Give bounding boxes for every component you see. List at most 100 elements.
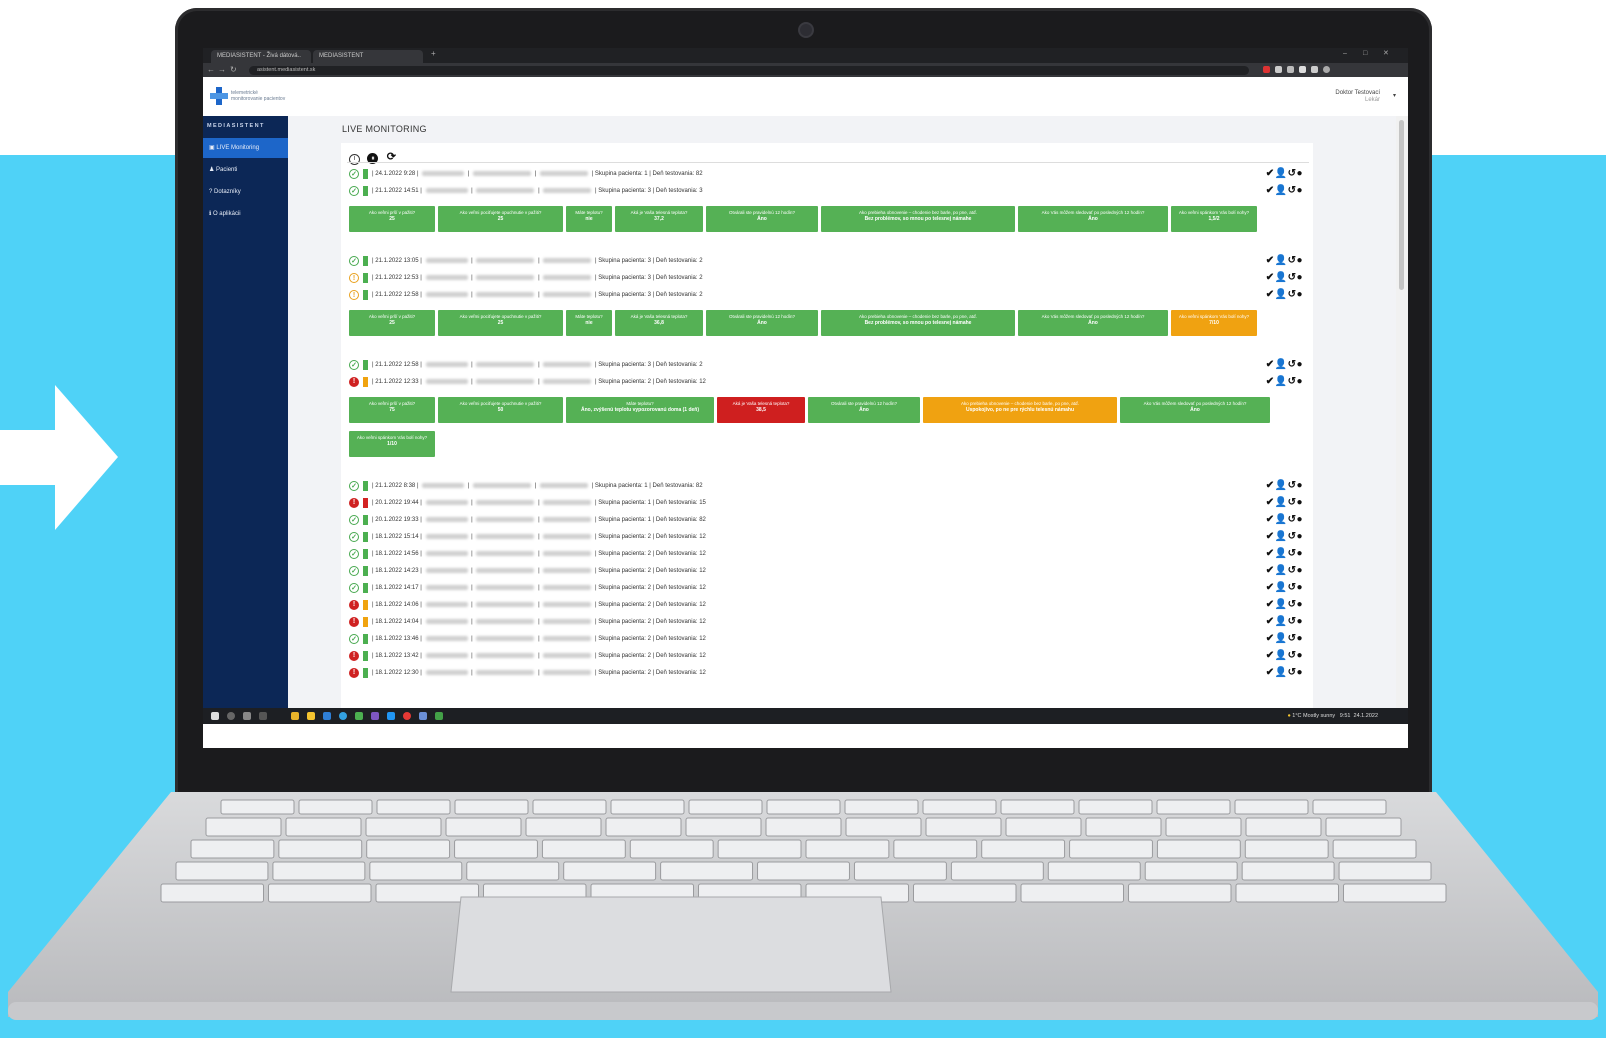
profile-avatar[interactable]	[1323, 66, 1330, 73]
chevron-down-icon[interactable]: ▾	[1393, 92, 1396, 99]
extension-icon[interactable]	[1287, 66, 1294, 73]
patient-record-row[interactable]: ! | 18.1.2022 14:06 | | | | Skupina pacie…	[349, 598, 1311, 612]
patient-record-row[interactable]: ! | 20.1.2022 19:44 | | | | Skupina pacie…	[349, 496, 1311, 510]
address-bar[interactable]: asistent.mediasistent.sk	[249, 66, 1249, 75]
widgets-icon[interactable]	[259, 712, 267, 720]
questionnaire-answer-tile[interactable]: Aká je Vaša telesná teplota? 37,2	[615, 206, 703, 232]
row-action-icons[interactable]: ✔👤↺●	[1266, 649, 1303, 663]
sidebar-item-dotazniky[interactable]: ? Dotazníky	[203, 182, 288, 202]
questionnaire-answer-tile[interactable]: Ako prebieha obnovenie – chodenie bez ba…	[821, 206, 1015, 232]
row-action-icons[interactable]: ✔👤↺●	[1266, 632, 1303, 646]
row-action-icons[interactable]: ✔👤↺●	[1266, 564, 1303, 578]
questionnaire-answer-tile[interactable]: Máte teplotu? nie	[566, 310, 612, 336]
questionnaire-answer-tile[interactable]: Ako veľmi prší v pažiti? 75	[349, 397, 435, 423]
clock-date[interactable]: 24.1.2022	[1354, 713, 1378, 719]
browser-tab[interactable]: MEDIASISTENT	[313, 50, 423, 63]
patient-record-row[interactable]: ✓ | 18.1.2022 14:23 | | | | Skupina pacie…	[349, 564, 1311, 578]
questionnaire-answer-tile[interactable]: Ako prebieha obnovenie – chodenie bez ba…	[821, 310, 1015, 336]
extension-icon[interactable]	[1263, 66, 1270, 73]
questionnaire-answer-tile[interactable]: Otvárali ste pravidelnú 12 hodín? Áno	[808, 397, 920, 423]
questionnaire-answer-tile[interactable]: Ako veľmi prší v pažiti? 25	[349, 310, 435, 336]
row-action-icons[interactable]: ✔👤↺●	[1266, 496, 1303, 510]
patient-record-row[interactable]: ✓ | 21.1.2022 13:05 | | | | Skupina pacie…	[349, 254, 1311, 268]
questionnaire-answer-tile[interactable]: Máte teplotu? nie	[566, 206, 612, 232]
sidebar-item-live-monitoring[interactable]: ▣ LIVE Monitoring	[203, 138, 288, 158]
row-action-icons[interactable]: ✔👤↺●	[1266, 666, 1303, 680]
user-menu[interactable]: Doktor Testovací Lekár	[1335, 90, 1380, 104]
start-icon[interactable]	[211, 712, 219, 720]
info-icon[interactable]: i	[349, 154, 360, 165]
patient-record-row[interactable]: ✓ | 18.1.2022 14:17 | | | | Skupina pacie…	[349, 581, 1311, 595]
extension-icon[interactable]	[1275, 66, 1282, 73]
clock-time[interactable]: 9:51	[1340, 713, 1351, 719]
row-action-icons[interactable]: ✔👤↺●	[1266, 167, 1303, 181]
file-explorer-icon[interactable]	[291, 712, 299, 720]
row-action-icons[interactable]: ✔👤↺●	[1266, 530, 1303, 544]
row-action-icons[interactable]: ✔👤↺●	[1266, 581, 1303, 595]
extension-icon[interactable]	[1311, 66, 1318, 73]
patient-record-row[interactable]: ✓ | 18.1.2022 14:56 | | | | Skupina pacie…	[349, 547, 1311, 561]
weather-text[interactable]: 1°C Mostly sunny	[1292, 713, 1335, 719]
patient-record-row[interactable]: ✓ | 21.1.2022 12:58 | | | | Skupina pacie…	[349, 358, 1311, 372]
questionnaire-answer-tile[interactable]: Aká je Vaša telesná teplota? 36,8	[615, 310, 703, 336]
scrollbar-thumb[interactable]	[1399, 120, 1404, 290]
sidebar-item-pacienti[interactable]: ♟ Pacienti	[203, 160, 288, 180]
reload-icon[interactable]: ↻	[230, 65, 237, 75]
row-action-icons[interactable]: ✔👤↺●	[1266, 358, 1303, 372]
browser-tab[interactable]: MEDIASISTENT - Živá dátová..	[211, 50, 311, 63]
patient-record-row[interactable]: ! | 18.1.2022 14:04 | | | | Skupina pacie…	[349, 615, 1311, 629]
chrome-icon[interactable]	[403, 712, 411, 720]
excel-icon[interactable]	[435, 712, 443, 720]
row-action-icons[interactable]: ✔👤↺●	[1266, 271, 1303, 285]
scrollbar[interactable]	[1396, 116, 1408, 708]
questionnaire-answer-tile[interactable]: Ako veľmi spánkom Vás bolí nohy? 7/10	[1171, 310, 1257, 336]
patient-record-row[interactable]: ✓ | 18.1.2022 15:14 | | | | Skupina pacie…	[349, 530, 1311, 544]
app-icon[interactable]	[355, 712, 363, 720]
questionnaire-answer-tile[interactable]: Otvárali ste pravidelnú 12 hodín? Áno	[706, 310, 818, 336]
patient-record-row[interactable]: ! | 21.1.2022 12:58 | | | | Skupina pacie…	[349, 288, 1311, 302]
new-tab-icon[interactable]: +	[431, 49, 436, 59]
row-action-icons[interactable]: ✔👤↺●	[1266, 184, 1303, 198]
row-action-icons[interactable]: ✔👤↺●	[1266, 254, 1303, 268]
store-icon[interactable]	[323, 712, 331, 720]
forward-icon[interactable]: →	[218, 65, 226, 75]
row-action-icons[interactable]: ✔👤↺●	[1266, 479, 1303, 493]
questionnaire-answer-tile[interactable]: Otvárali ste pravidelnú 12 hodín? Áno	[706, 206, 818, 232]
row-action-icons[interactable]: ✔👤↺●	[1266, 615, 1303, 629]
questionnaire-answer-tile[interactable]: Ako veľmi prší v pažiti? 25	[349, 206, 435, 232]
patient-record-row[interactable]: ! | 18.1.2022 13:42 | | | | Skupina pacie…	[349, 649, 1311, 663]
questionnaire-answer-tile[interactable]: Ako Vás môžem sledovať po posledných 12 …	[1018, 310, 1168, 336]
row-action-icons[interactable]: ✔👤↺●	[1266, 598, 1303, 612]
questionnaire-answer-tile[interactable]: Ako veľmi spánkom Vás bolí nohy? 1/10	[349, 431, 435, 457]
questionnaire-answer-tile[interactable]: Ako Vás môžem sledovať po posledných 12 …	[1018, 206, 1168, 232]
row-action-icons[interactable]: ✔👤↺●	[1266, 375, 1303, 389]
folder-icon[interactable]	[307, 712, 315, 720]
app-icon[interactable]	[371, 712, 379, 720]
sidebar-item-o-aplikacii[interactable]: ℹ O aplikácii	[203, 204, 288, 224]
patient-record-row[interactable]: ✓ | 20.1.2022 19:33 | | | | Skupina pacie…	[349, 513, 1311, 527]
questionnaire-answer-tile[interactable]: Ako veľmi pociťujete opuchnutie v pažiti…	[438, 310, 563, 336]
patient-record-row[interactable]: ✓ | 18.1.2022 13:46 | | | | Skupina pacie…	[349, 632, 1311, 646]
minimize-icon[interactable]: –	[1343, 49, 1347, 59]
questionnaire-answer-tile[interactable]: Máte teplotu? Áno, zvýšenú teplotu vypozo…	[566, 397, 714, 423]
questionnaire-answer-tile[interactable]: Ako prebieha obnovenie – chodenie bez ba…	[923, 397, 1117, 423]
maximize-icon[interactable]: □	[1363, 49, 1367, 59]
extension-icon[interactable]	[1299, 66, 1306, 73]
close-icon[interactable]: ✕	[1383, 49, 1389, 59]
back-icon[interactable]: ←	[207, 65, 215, 75]
patient-record-row[interactable]: ✓ | 21.1.2022 8:38 | | | | Skupina pacien…	[349, 479, 1311, 493]
row-action-icons[interactable]: ✔👤↺●	[1266, 288, 1303, 302]
task-view-icon[interactable]	[243, 712, 251, 720]
app-icon[interactable]	[419, 712, 427, 720]
edge-icon[interactable]	[339, 712, 347, 720]
questionnaire-answer-tile[interactable]: Aká je Vaša telesná teplota? 38,5	[717, 397, 805, 423]
patient-record-row[interactable]: ! | 21.1.2022 12:53 | | | | Skupina pacie…	[349, 271, 1311, 285]
questionnaire-answer-tile[interactable]: Ako Vás môžem sledovať po posledných 12 …	[1120, 397, 1270, 423]
patient-record-row[interactable]: ✓ | 21.1.2022 14:51 | | | | Skupina pacie…	[349, 184, 1311, 198]
row-action-icons[interactable]: ✔👤↺●	[1266, 513, 1303, 527]
search-icon[interactable]	[227, 712, 235, 720]
patient-record-row[interactable]: ✓ | 24.1.2022 9:28 | | | | Skupina pacien…	[349, 167, 1311, 181]
questionnaire-answer-tile[interactable]: Ako veľmi spánkom Vás bolí nohy? 1,5/2	[1171, 206, 1257, 232]
questionnaire-answer-tile[interactable]: Ako veľmi pociťujete opuchnutie v pažiti…	[438, 397, 563, 423]
questionnaire-answer-tile[interactable]: Ako veľmi pociťujete opuchnutie v pažiti…	[438, 206, 563, 232]
